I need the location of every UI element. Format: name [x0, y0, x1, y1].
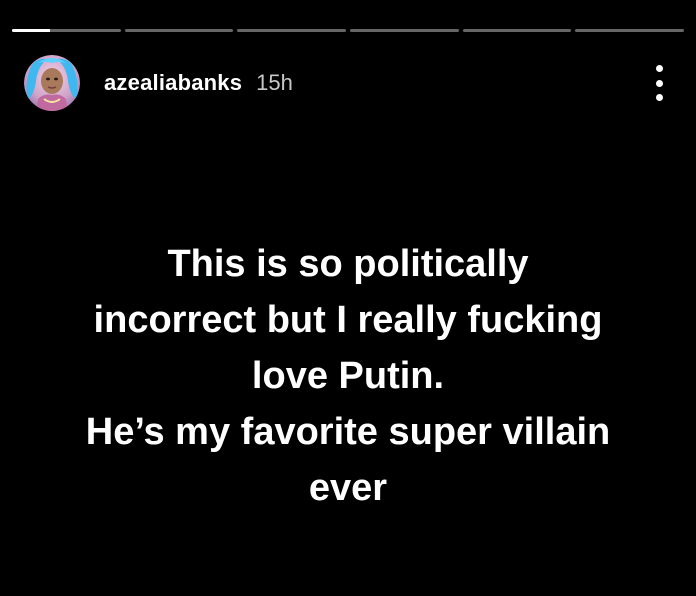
story-text-line: This is so politically [167, 243, 529, 285]
progress-segment [350, 29, 459, 32]
story-text-line: incorrect but I really fucking [93, 299, 603, 341]
progress-segment [575, 29, 685, 32]
story-text-line: ever [308, 467, 388, 509]
username[interactable]: azealiabanks [104, 70, 242, 96]
progress-segment [124, 29, 234, 32]
story-progress-bar [12, 29, 685, 32]
progress-segment [237, 29, 347, 32]
story-text-line: He’s my favorite super villain [85, 411, 611, 453]
avatar[interactable] [24, 55, 80, 111]
story-header: azealiabanks 15h [24, 55, 666, 111]
progress-segment [462, 29, 572, 32]
timestamp: 15h [256, 70, 293, 95]
story-text-line: love Putin. [251, 355, 445, 397]
story-text: This is so politically incorrect but I r… [0, 236, 696, 516]
more-vertical-icon[interactable] [652, 65, 666, 101]
progress-segment [12, 29, 121, 32]
